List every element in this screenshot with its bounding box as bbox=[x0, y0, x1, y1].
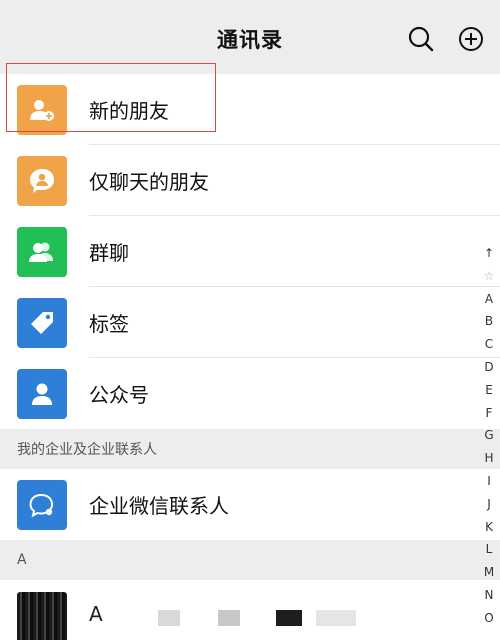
section-header-letter: A bbox=[0, 540, 500, 580]
search-icon bbox=[408, 26, 434, 52]
contact-row[interactable]: A bbox=[0, 580, 500, 640]
item-label: 公众号 bbox=[89, 383, 149, 407]
add-button[interactable] bbox=[454, 22, 488, 56]
section-header-enterprise: 我的企业及企业联系人 bbox=[0, 429, 500, 469]
index-letter[interactable]: H bbox=[478, 447, 500, 470]
index-letter[interactable]: ↑ bbox=[478, 242, 500, 265]
index-letter[interactable]: F bbox=[478, 402, 500, 425]
index-letter[interactable]: I bbox=[478, 470, 500, 493]
avatar bbox=[17, 592, 67, 640]
index-letter[interactable]: G bbox=[478, 424, 500, 447]
item-label: 仅聊天的朋友 bbox=[89, 170, 209, 194]
contact-name: A bbox=[89, 602, 103, 626]
index-letter[interactable]: B bbox=[478, 310, 500, 333]
plus-circle-icon bbox=[459, 27, 483, 51]
tag-icon bbox=[17, 297, 67, 348]
index-letter[interactable]: D bbox=[478, 356, 500, 379]
index-letter[interactable]: M bbox=[478, 561, 500, 584]
list-item-group-chats[interactable]: 群聊 bbox=[0, 216, 500, 287]
group-chat-icon bbox=[17, 226, 67, 277]
index-letter[interactable]: J bbox=[478, 493, 500, 516]
list-item-official-accounts[interactable]: 公众号 bbox=[0, 358, 500, 429]
index-letter[interactable]: N bbox=[478, 584, 500, 607]
add-friend-icon bbox=[17, 84, 67, 135]
item-label: 新的朋友 bbox=[89, 99, 169, 123]
index-letter[interactable]: A bbox=[478, 288, 500, 311]
list-item-chat-only-friends[interactable]: 仅聊天的朋友 bbox=[0, 145, 500, 216]
search-button[interactable] bbox=[404, 22, 438, 56]
chat-only-friend-icon bbox=[17, 155, 67, 206]
item-label: 标签 bbox=[89, 312, 129, 336]
list-item-tags[interactable]: 标签 bbox=[0, 287, 500, 358]
work-contact-icon bbox=[17, 479, 67, 530]
index-letter[interactable]: ☆ bbox=[478, 265, 500, 288]
contact-list: 新的朋友 仅聊天的朋友 群聊 标签 公众号 我的企业及企业联系人 企业微信联系人… bbox=[0, 74, 500, 640]
index-letter[interactable]: O bbox=[478, 607, 500, 630]
index-letter[interactable]: E bbox=[478, 379, 500, 402]
alphabet-index[interactable]: ↑ ☆ A B C D E F G H I J K L M N O bbox=[478, 242, 500, 630]
index-letter[interactable]: K bbox=[478, 516, 500, 539]
list-item-new-friends[interactable]: 新的朋友 bbox=[0, 74, 500, 145]
list-item-work-contacts[interactable]: 企业微信联系人 bbox=[0, 469, 500, 540]
index-letter[interactable]: C bbox=[478, 333, 500, 356]
item-label: 群聊 bbox=[89, 241, 129, 265]
top-bar: 通讯录 bbox=[0, 0, 500, 74]
item-label: 企业微信联系人 bbox=[89, 494, 229, 518]
index-letter[interactable]: L bbox=[478, 538, 500, 561]
official-account-icon bbox=[17, 368, 67, 419]
